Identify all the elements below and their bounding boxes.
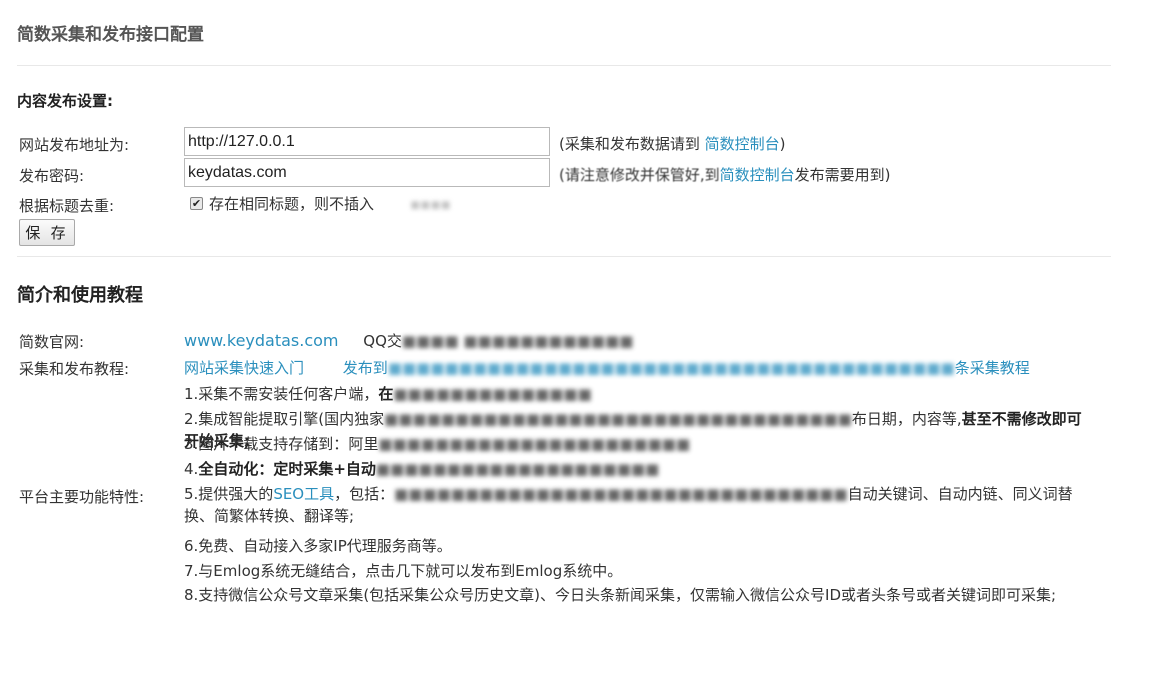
save-button[interactable]: 保 存 — [19, 219, 75, 246]
divider — [17, 256, 1111, 257]
publish-tutorial-head: 发布到 — [342, 359, 388, 377]
publish-tutorial-link[interactable]: 发布到■■■■■■■■■■■■■■■■■■■■■■■■■■■■■■■■■■■■■… — [343, 359, 1030, 377]
blurred-text: ■■■■■■■■■■■■■■■■■■■■■■■■■■■■■■■■■ — [384, 410, 852, 428]
site-row: www.keydatas.com QQ交■■■■ ■■■■■■■■■■■■ — [184, 330, 633, 351]
dedupe-checkbox[interactable]: ✔ — [190, 197, 203, 210]
feature-bold: 全自动化：定时采集+自动 — [198, 460, 376, 478]
dedupe-text: 存在相同标题，则不插入 — [209, 195, 375, 213]
feature-text: 4. — [184, 460, 199, 478]
publish-section-title: 内容发布设置: — [17, 92, 113, 110]
intro-section-title: 简介和使用教程 — [17, 285, 143, 306]
blurred-text: ■■■■■■■■■■■■■■ — [393, 385, 592, 403]
feature-text: 2.集成智能提取引擎(国内独家 — [184, 410, 385, 428]
url-input[interactable] — [184, 127, 550, 156]
quick-start-link[interactable]: 网站采集快速入门 — [184, 359, 304, 377]
password-input[interactable] — [184, 158, 550, 187]
url-hint-prefix: (采集和发布数据请到 — [559, 135, 705, 153]
features-label: 平台主要功能特性: — [19, 488, 145, 506]
password-hint-suffix: 发布需要用到) — [794, 166, 891, 184]
url-label: 网站发布地址为: — [19, 136, 130, 154]
feature-item-8: 8.支持微信公众号文章采集(包括采集公众号历史文章)、今日头条新闻采集，仅需输入… — [184, 586, 1057, 604]
url-hint: (采集和发布数据请到 简数控制台) — [559, 133, 786, 154]
blurred-qq: ■■■■ ■■■■■■■■■■■■ — [401, 332, 634, 350]
blurred-text: ■■■■■■■■■■■■■■■■■■■■ — [375, 460, 660, 478]
password-label: 发布密码: — [19, 167, 85, 185]
console-link-2[interactable]: 简数控制台 — [720, 166, 795, 184]
password-hint-prefix: (请注意修改并保管好,到 — [559, 166, 720, 184]
tutorial-label: 采集和发布教程: — [19, 360, 130, 378]
url-hint-suffix: ) — [779, 135, 786, 153]
qq-text: QQ交 — [363, 332, 402, 350]
feature-bold: 在 — [378, 385, 394, 403]
feature-item-7: 7.与Emlog系统无缝结合，点击几下就可以发布到Emlog系统中。 — [184, 562, 623, 580]
page-title: 简数采集和发布接口配置 — [17, 25, 204, 45]
password-hint: (请注意修改并保管好,到 简数控制台发布需要用到) — [559, 164, 891, 185]
blurred-region: ▪▪▪▪ — [410, 194, 451, 213]
feature-text: 3.图片下载支持存储到：阿里 — [184, 435, 379, 453]
divider — [17, 65, 1111, 66]
publish-tutorial-tail: 条采集教程 — [954, 359, 1030, 377]
feature-item-1: 1.采集不需安装任何客户端，在■■■■■■■■■■■■■■ — [184, 383, 1094, 405]
feature-item-4: 4.全自动化：定时采集+自动■■■■■■■■■■■■■■■■■■■■ — [184, 458, 1094, 480]
blurred-text: ■■■■■■■■■■■■■■■■■■■■■■■■■■■■■■■■ — [394, 485, 848, 503]
feature-text: ，包括： — [334, 485, 395, 503]
blurred-link: ■■■■■■■■■■■■■■■■■■■■■■■■■■■■■■■■■■■■■■■■ — [387, 359, 955, 377]
feature-tail: 布日期，内容等, — [851, 410, 962, 428]
dedupe-option[interactable]: ✔ 存在相同标题，则不插入 ▪▪▪▪ — [190, 193, 451, 214]
feature-item-5: 5.提供强大的SEO工具，包括：■■■■■■■■■■■■■■■■■■■■■■■■… — [184, 483, 1094, 527]
feature-item-3: 3.图片下载支持存储到：阿里■■■■■■■■■■■■■■■■■■■■■■ — [184, 433, 1094, 455]
feature-text: 5.提供强大的 — [184, 485, 274, 503]
console-link[interactable]: 简数控制台 — [705, 135, 780, 153]
feature-item-6: 6.免费、自动接入多家IP代理服务商等。 — [184, 537, 452, 555]
blurred-text: ■■■■■■■■■■■■■■■■■■■■■■ — [378, 435, 691, 453]
official-site-link[interactable]: www.keydatas.com — [184, 331, 339, 350]
seo-tools-link[interactable]: SEO工具 — [273, 485, 334, 503]
dedupe-label: 根据标题去重: — [19, 197, 115, 215]
site-label: 简数官网: — [19, 333, 85, 351]
tutorial-row: 网站采集快速入门 发布到■■■■■■■■■■■■■■■■■■■■■■■■■■■■… — [184, 357, 1030, 378]
feature-text: 1.采集不需安装任何客户端， — [184, 385, 379, 403]
